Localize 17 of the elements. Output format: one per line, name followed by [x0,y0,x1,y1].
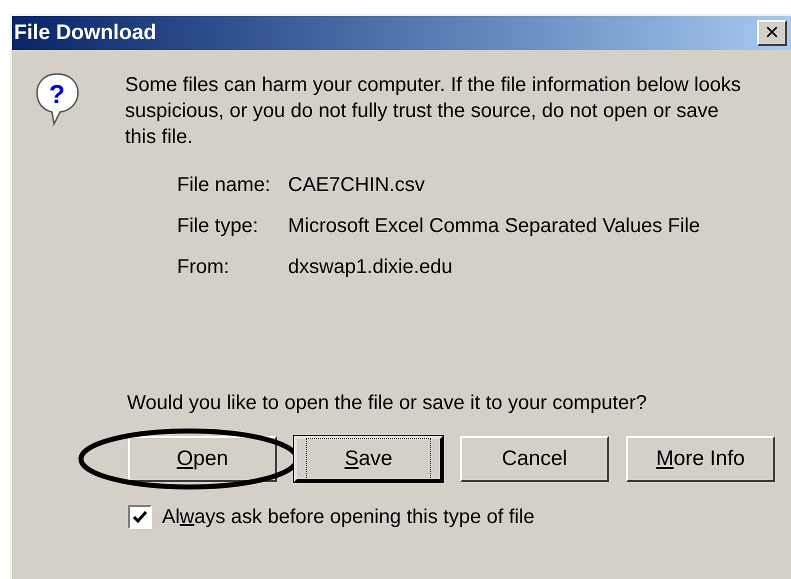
field-label: File type: [177,214,260,239]
field-value: Microsoft Excel Comma Separated Values File [288,214,700,239]
field-value: dxswap1.dixie.edu [288,255,453,280]
checkmark-icon [132,510,148,524]
field-label: From: [177,255,230,280]
checkbox-label: Always ask before opening this type of file [162,505,534,530]
dialog-button[interactable]: Open [128,436,277,482]
window-title: File Download [14,20,156,46]
dialog-button[interactable]: Save [294,436,443,482]
field-value: CAE7CHIN.csv [288,173,425,198]
field-label: File name: [177,173,272,198]
warning-message: Some files can harm your computer. If the file information below looks suspicious, or you do not fully trust the source, do not open or save this file. [125,73,742,150]
question-text: Would you like to open the file or save it to your computer? [127,391,648,416]
dialog-button[interactable]: Cancel [460,436,609,482]
checkbox[interactable] [128,505,152,529]
dialog-button[interactable]: More Info [626,436,775,482]
close-button[interactable]: × [757,20,787,46]
